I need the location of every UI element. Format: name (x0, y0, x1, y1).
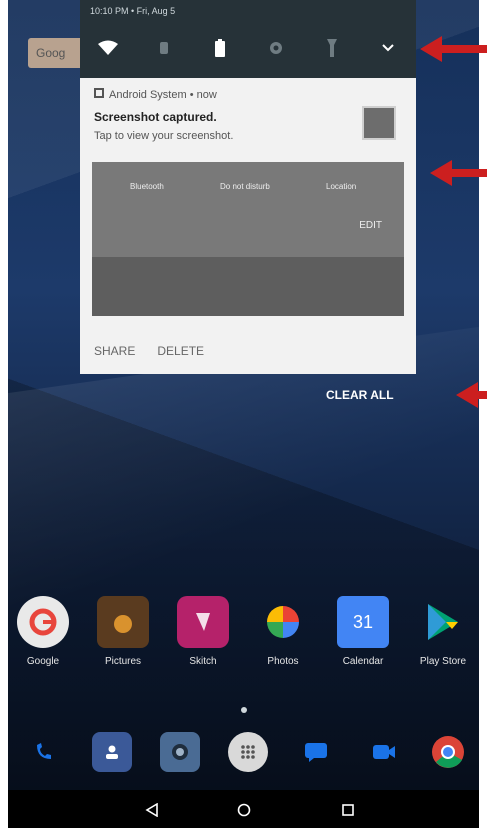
contacts-icon[interactable] (92, 732, 132, 772)
settings-icon[interactable] (265, 37, 287, 59)
pictures-icon (97, 596, 149, 648)
screenshot-notification[interactable]: Android System • now Screenshot captured… (80, 78, 416, 374)
notification-actions: SHARE DELETE (94, 344, 204, 358)
play-store-icon (417, 596, 469, 648)
chrome-icon[interactable] (428, 732, 468, 772)
arrow-pointer-icon (420, 36, 487, 62)
home-icon[interactable] (234, 800, 254, 820)
arrow-pointer-icon (456, 382, 487, 408)
clear-all-button[interactable]: CLEAR ALL (326, 388, 394, 402)
app-play-store[interactable]: Play Store (412, 596, 474, 667)
battery-icon[interactable] (209, 37, 231, 59)
app-label: Google (26, 656, 60, 667)
home-dock (18, 726, 470, 782)
preview-label-bluetooth: Bluetooth (130, 182, 164, 191)
preview-label-location: Location (326, 182, 357, 191)
app-calendar[interactable]: 31 Calendar (332, 596, 394, 667)
phone-icon[interactable] (24, 732, 64, 772)
screen-border-left (0, 0, 8, 828)
arrow-pointer-icon (430, 160, 487, 186)
notification-header: Android System • now (94, 88, 217, 101)
screen-border-right (479, 0, 487, 828)
app-photos[interactable]: Photos (252, 596, 314, 667)
flashlight-icon[interactable] (321, 37, 343, 59)
google-icon (17, 596, 69, 648)
app-label: Calendar (342, 656, 384, 667)
calendar-icon: 31 (337, 596, 389, 648)
recents-icon[interactable] (338, 800, 358, 820)
quick-settings-panel: 10:10 PM • Fri, Aug 5 (80, 0, 416, 78)
wifi-icon[interactable] (97, 37, 119, 59)
preview-label-dnd: Do not disturb (220, 182, 270, 191)
preview-edit-label: EDIT (359, 220, 382, 231)
android-system-icon (94, 88, 104, 101)
screenshot-preview[interactable]: Bluetooth Do not disturb Location EDIT (92, 162, 404, 316)
status-bar-text: 10:10 PM • Fri, Aug 5 (90, 6, 176, 16)
app-pictures[interactable]: Pictures (92, 596, 154, 667)
quick-settings-tiles (80, 36, 416, 60)
skitch-icon (177, 596, 229, 648)
delete-button[interactable]: DELETE (157, 344, 204, 358)
app-label: Pictures (104, 656, 142, 667)
app-google[interactable]: Google (12, 596, 74, 667)
app-label: Play Store (419, 656, 467, 667)
photos-icon (257, 596, 309, 648)
notification-text: Tap to view your screenshot. (94, 130, 234, 142)
notification-app-name: Android System • now (109, 88, 217, 101)
back-icon[interactable] (142, 800, 162, 820)
camera-icon[interactable] (160, 732, 200, 772)
app-skitch[interactable]: Skitch (172, 596, 234, 667)
expand-chevron-icon[interactable] (377, 37, 399, 59)
screenshot-thumbnail (362, 106, 396, 140)
notification-title: Screenshot captured. (94, 110, 217, 124)
app-label: Photos (267, 656, 299, 667)
app-label: Skitch (189, 656, 217, 667)
app-drawer-icon[interactable] (228, 732, 268, 772)
page-indicator (241, 707, 247, 713)
home-app-row: Google Pictures Skitch Photos 31 Calenda… (12, 596, 482, 686)
navigation-bar (8, 790, 479, 828)
google-search-bar[interactable]: Goog (28, 38, 88, 68)
messages-icon[interactable] (296, 732, 336, 772)
bluetooth-icon[interactable] (153, 37, 175, 59)
share-button[interactable]: SHARE (94, 344, 135, 358)
duo-icon[interactable] (364, 732, 404, 772)
